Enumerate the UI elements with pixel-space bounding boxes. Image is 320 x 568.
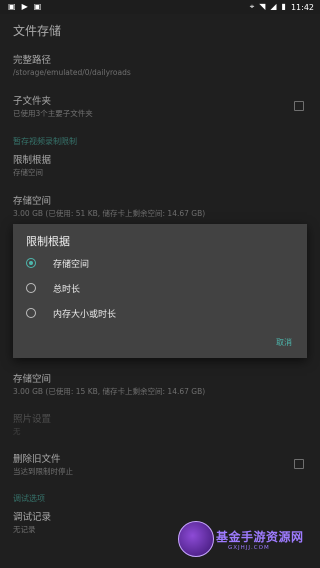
radio-icon[interactable] [26, 283, 36, 293]
watermark-subtext: GXJHJJ.COM [228, 545, 270, 551]
notification-icon: ▣ [33, 2, 42, 11]
option-size-or-duration[interactable]: 内存大小或时长 [26, 303, 116, 323]
watermark-text: 基金手游资源网 [216, 530, 304, 544]
play-icon: ▶ [21, 2, 28, 11]
signal-icon: ◢ [270, 2, 277, 11]
option-total-duration[interactable]: 总时长 [26, 278, 80, 298]
location-icon: ⌖ [249, 2, 255, 11]
notification-icon: ▣ [8, 2, 16, 11]
cancel-button[interactable]: 取消 [276, 337, 292, 348]
status-time: 11:42 [290, 2, 314, 12]
option-storage-space[interactable]: 存储空间 [26, 253, 89, 273]
watermark: 基金手游资源网 GXJHJJ.COM [178, 520, 318, 564]
option-label: 总时长 [53, 284, 81, 295]
wifi-icon: ◥ [259, 2, 266, 11]
status-bar: ▣ ▶ ▣ ⌖ ◥ ◢ ▮ 11:42 [0, 0, 320, 14]
option-label: 存储空间 [53, 259, 90, 270]
option-label: 内存大小或时长 [53, 309, 117, 320]
radio-icon[interactable] [26, 308, 36, 318]
radio-selected-icon[interactable] [26, 258, 36, 268]
battery-icon: ▮ [281, 2, 286, 11]
limit-by-dialog: 限制根据 存储空间 总时长 内存大小或时长 取消 [13, 224, 307, 358]
dialog-title: 限制根据 [26, 235, 70, 248]
watermark-logo-icon [178, 521, 214, 557]
